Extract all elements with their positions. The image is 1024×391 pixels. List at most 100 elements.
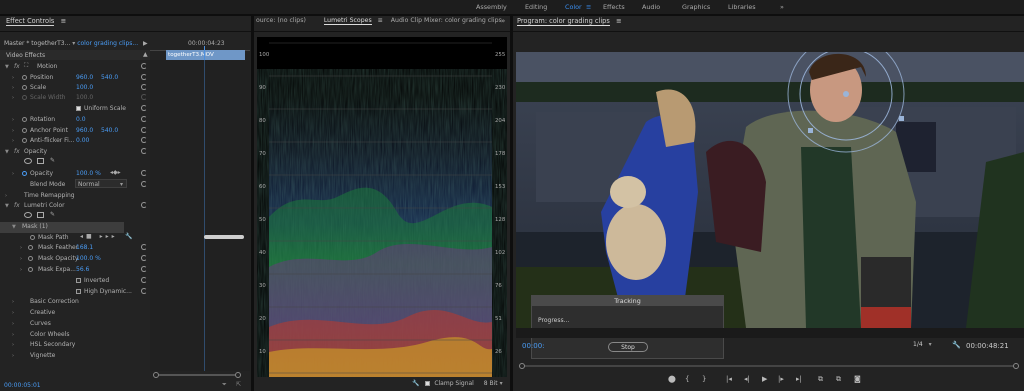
reset-icon[interactable] bbox=[141, 127, 147, 133]
scroll-handle-right[interactable] bbox=[1013, 363, 1019, 369]
disclosure-closed-icon[interactable]: › bbox=[12, 171, 14, 177]
reset-icon[interactable] bbox=[141, 105, 147, 111]
workspace-tab-graphics[interactable]: Graphics bbox=[682, 3, 710, 11]
blend-mode-select[interactable]: Normal ▾ bbox=[75, 179, 127, 188]
reset-icon[interactable] bbox=[141, 137, 147, 143]
workspace-tab-editing[interactable]: Editing bbox=[525, 3, 547, 11]
stopwatch-icon[interactable] bbox=[28, 267, 33, 272]
workspace-tab-audio[interactable]: Audio bbox=[642, 3, 660, 11]
mask-opacity-value[interactable]: 100.0 % bbox=[76, 255, 101, 262]
mask-track-controls-icon[interactable]: ◂■ ▸▸▸ bbox=[80, 233, 118, 240]
fx-icon[interactable]: fx bbox=[14, 148, 20, 155]
reset-icon[interactable] bbox=[141, 84, 147, 90]
panel-overflow-icon[interactable]: » bbox=[501, 17, 505, 25]
section-curves[interactable]: › Curves bbox=[0, 319, 150, 330]
disclosure-closed-icon[interactable]: › bbox=[12, 342, 14, 348]
scroll-track[interactable] bbox=[159, 374, 235, 376]
disclosure-closed-icon[interactable]: › bbox=[12, 128, 14, 134]
ellipse-mask-icon[interactable] bbox=[24, 158, 32, 164]
time-remapping-row[interactable]: › Time Remapping bbox=[0, 191, 150, 202]
wrench-icon[interactable]: 🔧 bbox=[952, 341, 961, 349]
pen-mask-icon[interactable]: ✎ bbox=[50, 211, 55, 218]
disclosure-closed-icon[interactable]: › bbox=[12, 85, 14, 91]
stopwatch-icon[interactable] bbox=[22, 138, 27, 143]
go-to-in-icon[interactable]: |◂ bbox=[726, 375, 732, 383]
disclosure-closed-icon[interactable]: › bbox=[20, 267, 22, 273]
clamp-signal-checkbox[interactable] bbox=[425, 381, 431, 386]
disclosure-closed-icon[interactable]: › bbox=[20, 245, 22, 251]
stopwatch-icon[interactable] bbox=[22, 117, 27, 122]
disclosure-open-icon[interactable]: ▼ bbox=[5, 203, 9, 209]
reset-icon[interactable] bbox=[141, 116, 147, 122]
inverted-checkbox[interactable] bbox=[76, 278, 81, 283]
scrubber-track[interactable] bbox=[525, 365, 1013, 367]
pen-mask-icon[interactable]: ✎ bbox=[50, 157, 55, 164]
panel-menu-icon[interactable]: ≡ bbox=[616, 17, 622, 25]
position-x-value[interactable]: 960.0 bbox=[76, 74, 93, 81]
effect-controls-timecode[interactable]: 00:00:05:01 bbox=[4, 382, 41, 389]
lumetri-color-row[interactable]: ▼ fx Lumetri Color bbox=[0, 201, 150, 212]
fx-icon[interactable]: fx bbox=[14, 63, 20, 70]
position-y-value[interactable]: 540.0 bbox=[101, 74, 118, 81]
mask-expansion-value[interactable]: 56.6 bbox=[76, 266, 89, 273]
export-icon[interactable]: ⇱ bbox=[236, 381, 241, 388]
disclosure-closed-icon[interactable]: › bbox=[5, 193, 7, 199]
section-hsl-secondary[interactable]: › HSL Secondary bbox=[0, 340, 150, 351]
wrench-icon[interactable]: 🔧 bbox=[125, 233, 132, 240]
mark-out-icon[interactable]: } bbox=[702, 375, 706, 383]
rectangle-mask-icon[interactable] bbox=[37, 212, 44, 218]
reset-icon[interactable] bbox=[141, 181, 147, 187]
reset-icon[interactable] bbox=[141, 148, 147, 154]
workspace-overflow-icon[interactable]: » bbox=[780, 3, 784, 11]
disclosure-closed-icon[interactable]: › bbox=[12, 353, 14, 359]
tab-source[interactable]: ource: (no clips) bbox=[256, 17, 306, 24]
stopwatch-icon[interactable] bbox=[22, 128, 27, 133]
stopwatch-icon[interactable] bbox=[22, 75, 27, 80]
fx-icon[interactable]: fx bbox=[14, 202, 20, 209]
reset-icon[interactable] bbox=[141, 277, 147, 283]
reset-icon[interactable] bbox=[141, 255, 147, 261]
disclosure-open-icon[interactable]: ▼ bbox=[5, 64, 9, 70]
stopwatch-icon[interactable] bbox=[30, 235, 35, 240]
zoom-scrollbar[interactable] bbox=[150, 372, 250, 378]
collapse-up-icon[interactable]: ▲ bbox=[143, 51, 148, 58]
rotation-value[interactable]: 0.0 bbox=[76, 116, 86, 123]
motion-transform-icon[interactable]: ⛶ bbox=[24, 62, 28, 70]
section-creative[interactable]: › Creative bbox=[0, 308, 150, 319]
play-icon[interactable]: ▶ bbox=[762, 375, 767, 383]
motion-row[interactable]: ▼ fx ⛶ Motion bbox=[0, 62, 150, 73]
disclosure-open-icon[interactable]: ▼ bbox=[12, 224, 16, 230]
disclosure-closed-icon[interactable]: › bbox=[12, 299, 14, 305]
workspace-tab-color[interactable]: Color bbox=[565, 3, 582, 11]
anchor-y-value[interactable]: 540.0 bbox=[101, 127, 118, 134]
scale-value[interactable]: 100.0 bbox=[76, 84, 93, 91]
mask-duration-bar[interactable] bbox=[204, 235, 244, 239]
stop-button[interactable]: Stop bbox=[608, 342, 648, 352]
opacity-effect-row[interactable]: ▼ fx Opacity bbox=[0, 147, 150, 158]
opacity-value[interactable]: 100.0 % bbox=[76, 170, 101, 177]
reset-icon[interactable] bbox=[141, 63, 147, 69]
camera-icon[interactable]: ◙ bbox=[854, 375, 861, 383]
step-forward-icon[interactable]: |▸ bbox=[778, 375, 784, 383]
overwrite-icon[interactable]: ⧉ bbox=[836, 375, 841, 384]
program-scrubber[interactable] bbox=[516, 363, 1020, 369]
disclosure-closed-icon[interactable]: › bbox=[12, 117, 14, 123]
panel-menu-icon[interactable]: ≡ bbox=[60, 17, 66, 25]
program-monitor-tab[interactable]: Program: color grading clips ≡ bbox=[517, 17, 621, 31]
ellipse-mask-icon[interactable] bbox=[24, 212, 32, 218]
high-dynamic-checkbox[interactable] bbox=[76, 289, 81, 294]
stopwatch-icon[interactable] bbox=[22, 171, 27, 176]
reset-icon[interactable] bbox=[141, 170, 147, 176]
anchor-x-value[interactable]: 960.0 bbox=[76, 127, 93, 134]
step-back-icon[interactable]: ◂| bbox=[744, 375, 750, 383]
stopwatch-icon[interactable] bbox=[22, 85, 27, 90]
chevron-down-icon[interactable]: ▾ bbox=[500, 380, 503, 387]
uniform-scale-checkbox[interactable] bbox=[76, 106, 81, 111]
stopwatch-icon[interactable] bbox=[28, 256, 33, 261]
anti-flicker-value[interactable]: 0.00 bbox=[76, 137, 89, 144]
disclosure-closed-icon[interactable]: › bbox=[20, 256, 22, 262]
insert-icon[interactable]: ⧉ bbox=[818, 375, 823, 384]
rectangle-mask-icon[interactable] bbox=[37, 158, 44, 164]
reset-icon[interactable] bbox=[141, 266, 147, 272]
disclosure-closed-icon[interactable]: › bbox=[12, 75, 14, 81]
